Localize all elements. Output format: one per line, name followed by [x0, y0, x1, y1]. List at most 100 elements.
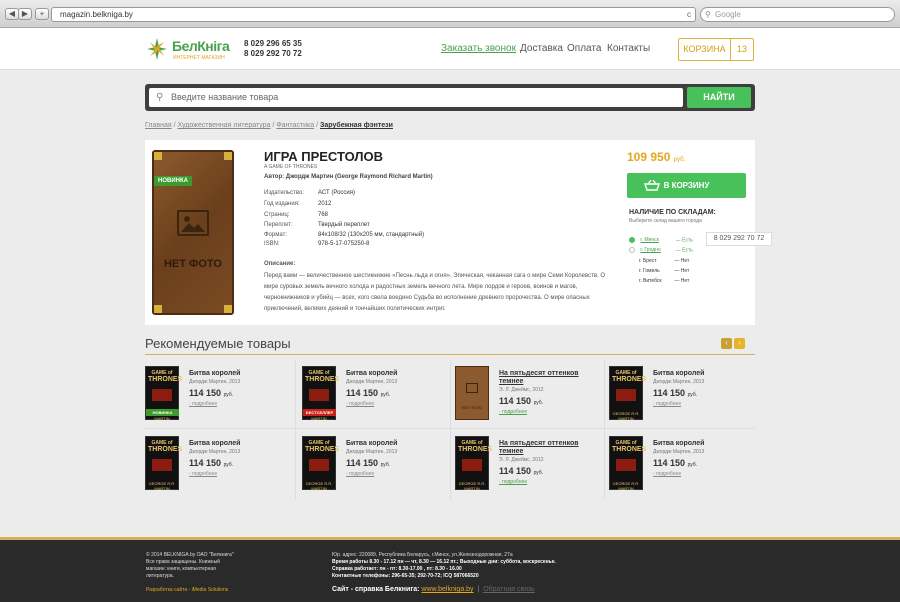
breadcrumb-fantastic[interactable]: Фантастика [276, 122, 314, 129]
product-name[interactable]: Битва королей [189, 370, 240, 377]
product-thumb[interactable]: GAME of THRONES GEORGE R.R. MARTIN [609, 436, 647, 491]
browser-search-input[interactable]: ⚲ Google [700, 7, 895, 22]
product-card: НОВИНКА НЕТ ФОТО ИГРА ПРЕСТОЛОВ A GAME O… [145, 140, 772, 325]
product-thumb[interactable]: GAME of THRONES GEORGE R.R. MARTIN [609, 366, 647, 421]
product-author: Джордж Мартин, 2013 [346, 449, 398, 455]
footer-developer-link[interactable]: Разработка сайта - iMedia Solutions [146, 587, 228, 594]
product-name[interactable]: На пятьдесят оттенков темнее [499, 440, 595, 456]
cover-art [309, 389, 329, 401]
more-link[interactable]: › подробнее [499, 409, 527, 415]
product-author: Э. Л. Джеймс, 2012 [499, 457, 544, 463]
product-tile[interactable]: НЕТ ФОТО На пятьдесят оттенков темнее Э. Л… [455, 360, 607, 430]
product-name[interactable]: Битва королей [653, 370, 704, 377]
product-name[interactable]: На пятьдесят оттенков темнее [499, 370, 595, 386]
product-tile[interactable]: GAME of THRONES GEORGE R.R. MARTIN Битва ко… [145, 430, 297, 500]
spec-value: АСТ (Россия) [318, 190, 356, 196]
spec-label: Год издания: [264, 201, 300, 207]
cover-art [616, 389, 636, 401]
grid-divider [295, 360, 296, 500]
carousel-prev-button[interactable]: ‹ [721, 338, 732, 349]
carousel-next-button[interactable]: › [734, 338, 745, 349]
more-link[interactable]: › подробнее [653, 401, 681, 407]
store-minsk[interactable]: г. Минск — Есть [629, 237, 693, 243]
store-vitebsk: г. Витебск — Нет [639, 278, 689, 284]
site-logo[interactable]: БелКніга ИНТЕРНЕТ МАГАЗИН [145, 36, 240, 64]
product-thumb[interactable]: GAME ofTHRONESGEORGE R.R. MARTINНОВИНКА [145, 366, 182, 421]
footer-site-link[interactable]: www.belkniga.by [421, 586, 473, 593]
store-status: — Нет [674, 268, 690, 274]
image-placeholder-icon [177, 210, 209, 236]
add-tab-button[interactable]: + [35, 8, 49, 20]
reload-icon[interactable]: c [687, 8, 691, 21]
cover-title: GAME of THRONES [612, 370, 647, 384]
more-link[interactable]: › подробнее [499, 479, 527, 485]
add-to-cart-button[interactable]: В КОРЗИНУ [627, 173, 746, 198]
product-name[interactable]: Битва королей [189, 440, 240, 447]
cover-art [152, 459, 172, 471]
cover-title: GAME of THRONES [148, 440, 183, 454]
nav-payment[interactable]: Оплата [567, 43, 601, 54]
price-value: 109 950 [627, 150, 671, 164]
logo-text: БелКніга [172, 38, 230, 54]
product-badge: БЕСТСЕЛЛЕР [303, 409, 336, 416]
store-grodno[interactable]: г. Гродно — Есть [629, 247, 693, 253]
product-author: Джордж Мартин, 2013 [346, 379, 398, 385]
more-link[interactable]: › подробнее [653, 471, 681, 477]
search-button[interactable]: НАЙТИ [687, 87, 751, 108]
store-city: г. Гродно [640, 247, 661, 254]
address-bar[interactable]: magazin.belkniga.by c [51, 7, 696, 22]
cover-art [616, 459, 636, 471]
product-author: Джордж Мартин, 2013 [189, 449, 241, 455]
nav-callback[interactable]: Заказать звонок [441, 43, 516, 54]
recommended-grid: GAME ofTHRONESGEORGE R.R. MARTINНОВИНКА Б… [145, 360, 755, 500]
product-price: 114 150 руб. [499, 396, 544, 406]
product-tile[interactable]: GAME of THRONES GEORGE R.R. MARTIN Битва ко… [609, 430, 761, 500]
product-thumb[interactable]: GAME ofTHRONESGEORGE R.R. MARTINБЕСТСЕЛЛ… [302, 366, 340, 421]
product-name[interactable]: Битва королей [346, 440, 397, 447]
product-name[interactable]: Битва королей [653, 440, 704, 447]
store-gomel: г. Гомель — Нет [639, 268, 689, 274]
footer-feedback-link[interactable]: Обратная связь [483, 586, 535, 593]
product-tile[interactable]: GAME of THRONES GEORGE R.R. MARTIN Битва ко… [609, 360, 761, 430]
cover-author: GEORGE R.R. MARTIN [305, 481, 333, 491]
more-link[interactable]: › подробнее [189, 471, 217, 477]
cart-label: КОРЗИНА [679, 39, 731, 60]
cover-title: GAME of THRONES [305, 370, 340, 384]
product-name[interactable]: Битва королей [346, 370, 397, 377]
browser-toolbar: ◀ ▶ + magazin.belkniga.by c ⚲ Google [0, 0, 900, 28]
store-city: г. Витебск [639, 278, 662, 284]
product-thumb[interactable]: НЕТ ФОТО [455, 366, 489, 420]
image-placeholder-icon [466, 383, 478, 393]
more-link[interactable]: › подробнее [189, 401, 217, 407]
product-tile[interactable]: GAME of THRONES GEORGE R.R. MARTIN На пятьд… [455, 430, 607, 500]
cover-title: GAME of THRONES [612, 440, 647, 454]
product-tile[interactable]: GAME ofTHRONESGEORGE R.R. MARTINБЕСТСЕЛЛ… [302, 360, 454, 430]
product-tile[interactable]: GAME of THRONES GEORGE R.R. MARTIN Битва ко… [302, 430, 454, 500]
cover-art [462, 459, 482, 471]
product-thumb[interactable]: GAME of THRONES GEORGE R.R. MARTIN [145, 436, 183, 491]
product-cover[interactable]: НОВИНКА НЕТ ФОТО [152, 150, 234, 315]
spec-label: Переплет: [264, 222, 293, 228]
product-thumb[interactable]: GAME of THRONES GEORGE R.R. MARTIN [455, 436, 492, 491]
breadcrumb-fiction[interactable]: Художественная литература [178, 122, 271, 129]
grid-divider [604, 360, 605, 500]
more-link[interactable]: › подробнее [346, 471, 374, 477]
product-thumb[interactable]: GAME of THRONES GEORGE R.R. MARTIN [302, 436, 339, 491]
nav-contacts[interactable]: Контакты [607, 43, 650, 54]
search-placeholder: Введите название товара [171, 92, 279, 102]
spec-label: Издательство: [264, 190, 304, 196]
cover-author: GEORGE R.R. MARTIN [148, 481, 176, 491]
breadcrumb-home[interactable]: Главная [145, 122, 172, 129]
cover-author: GEORGE R.R. MARTIN [612, 481, 640, 491]
product-search-input[interactable]: ⚲ Введите название товара [149, 88, 683, 107]
cover-art [152, 389, 172, 401]
search-icon: ⚲ [705, 10, 711, 19]
cart-button[interactable]: КОРЗИНА 13 [678, 38, 754, 61]
product-tile[interactable]: GAME ofTHRONESGEORGE R.R. MARTINНОВИНКА Б… [145, 360, 297, 430]
more-link[interactable]: › подробнее [346, 401, 374, 407]
product-title: ИГРА ПРЕСТОЛОВ [264, 149, 384, 164]
back-button[interactable]: ◀ [5, 8, 19, 20]
nav-delivery[interactable]: Доставка [520, 43, 563, 54]
new-badge: НОВИНКА [154, 176, 192, 186]
forward-button[interactable]: ▶ [18, 8, 32, 20]
